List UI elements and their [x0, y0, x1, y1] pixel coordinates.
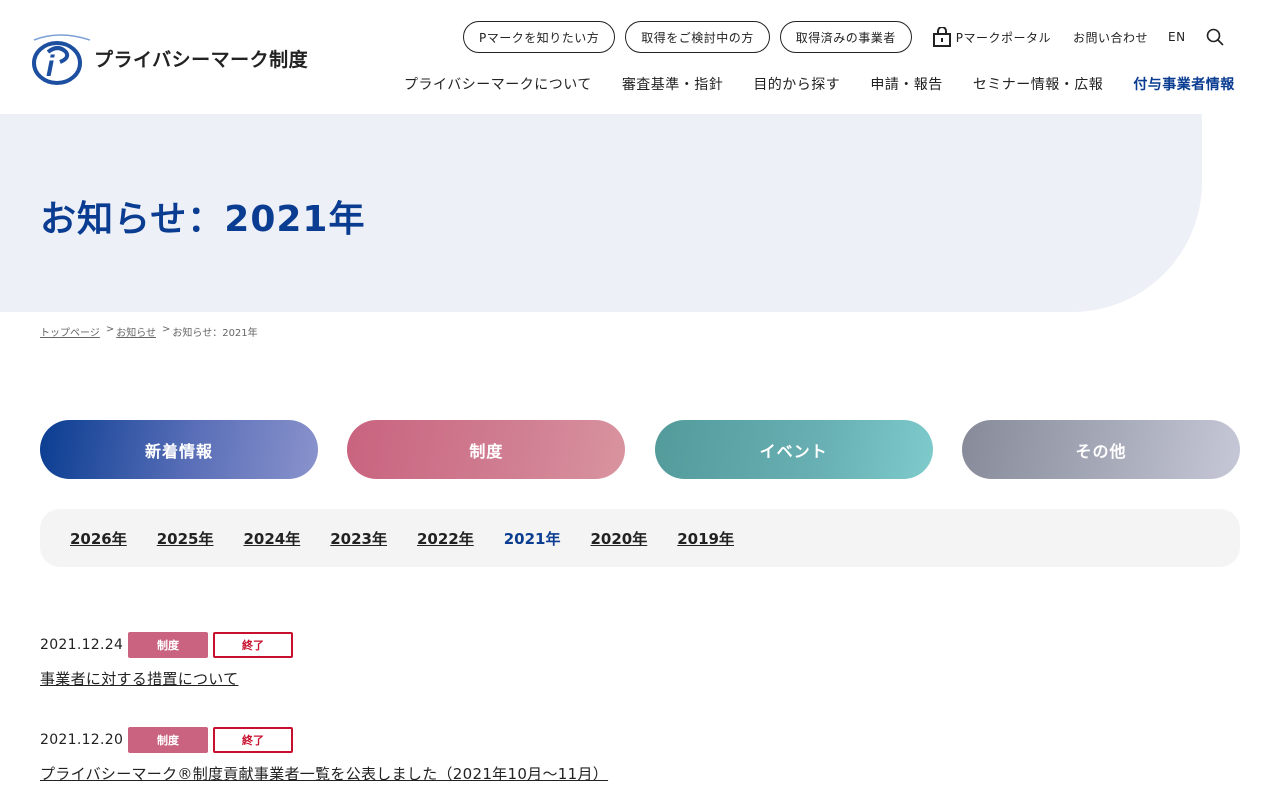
nav-about[interactable]: プライバシーマークについて	[404, 74, 592, 94]
category-badge: 制度	[128, 727, 208, 753]
news-date: 2021.12.20	[40, 732, 124, 748]
news-date: 2021.12.24	[40, 637, 124, 653]
pill-learn-pmark[interactable]: Pマークを知りたい方	[463, 21, 616, 53]
year-tab-2019[interactable]: 2019年	[677, 528, 734, 549]
contact-link[interactable]: お問い合わせ	[1073, 29, 1148, 46]
pill-considering[interactable]: 取得をご検討中の方	[625, 21, 770, 53]
breadcrumb-news[interactable]: お知らせ	[116, 324, 156, 339]
breadcrumb-separator: >	[105, 324, 115, 335]
category-filter: 新着情報 制度 イベント その他	[40, 420, 1240, 479]
svg-text:i: i	[46, 50, 55, 83]
pill-certified[interactable]: 取得済みの事業者	[779, 21, 912, 53]
search-icon	[1206, 28, 1224, 46]
category-event-button[interactable]: イベント	[654, 420, 933, 479]
main-nav: プライバシーマークについて 審査基準・指針 目的から探す 申請・報告 セミナー情…	[404, 72, 1235, 96]
nav-standards[interactable]: 審査基準・指針	[622, 74, 724, 94]
breadcrumb-separator: >	[162, 324, 171, 335]
news-meta: 2021.12.24 制度 終了	[40, 632, 1240, 658]
breadcrumb: トップページ > お知らせ > お知らせ：2021年	[40, 324, 258, 339]
year-tab-2025[interactable]: 2025年	[157, 528, 214, 549]
breadcrumb-home[interactable]: トップページ	[40, 324, 100, 339]
news-title-link[interactable]: 事業者に対する措置について	[40, 668, 1240, 689]
nav-purpose[interactable]: 目的から探す	[753, 74, 840, 94]
site-logo[interactable]: i プライバシーマーク制度	[30, 30, 320, 86]
year-tab-2026[interactable]: 2026年	[70, 528, 127, 549]
category-other-button[interactable]: その他	[961, 420, 1240, 479]
category-new-button[interactable]: 新着情報	[40, 420, 318, 479]
status-badge: 終了	[213, 727, 293, 753]
year-tab-2024[interactable]: 2024年	[244, 528, 301, 549]
logo-text: プライバシーマーク制度	[94, 48, 309, 71]
breadcrumb-current: お知らせ：2021年	[172, 328, 258, 339]
year-tab-2022[interactable]: 2022年	[417, 528, 474, 549]
list-item: 2021.12.24 制度 終了 事業者に対する措置について	[40, 632, 1240, 689]
news-title-link[interactable]: プライバシーマーク®制度貢献事業者一覧を公表しました（2021年10月～11月）	[40, 763, 1240, 784]
year-tab-2023[interactable]: 2023年	[330, 528, 387, 549]
utility-nav: Pマークを知りたい方 取得をご検討中の方 取得済みの事業者 Pマークポータル お…	[463, 21, 1228, 53]
lock-bag-icon	[932, 27, 951, 47]
page-title: お知らせ：2021年	[40, 199, 366, 240]
category-system-button[interactable]: 制度	[347, 420, 626, 479]
portal-label: Pマークポータル	[955, 30, 1052, 45]
search-button[interactable]	[1206, 28, 1228, 46]
nav-certified-info[interactable]: 付与事業者情報	[1133, 74, 1235, 94]
lang-en-link[interactable]: EN	[1168, 30, 1186, 44]
category-badge: 制度	[128, 632, 208, 658]
hero-banner: お知らせ：2021年	[0, 114, 1202, 312]
nav-seminar[interactable]: セミナー情報・広報	[973, 74, 1104, 94]
portal-link[interactable]: Pマークポータル	[932, 27, 1051, 47]
status-badge: 終了	[213, 632, 293, 658]
news-meta: 2021.12.20 制度 終了	[40, 727, 1240, 753]
list-item: 2021.12.20 制度 終了 プライバシーマーク®制度貢献事業者一覧を公表し…	[40, 727, 1240, 784]
privacy-mark-logo-icon: i	[30, 30, 91, 86]
year-tab-2021[interactable]: 2021年	[504, 528, 561, 549]
site-header: i プライバシーマーク制度 Pマークを知りたい方 取得をご検討中の方 取得済みの…	[0, 0, 1280, 114]
year-tabs: 2026年 2025年 2024年 2023年 2022年 2021年 2020…	[40, 509, 1240, 567]
nav-apply[interactable]: 申請・報告	[870, 74, 943, 94]
year-tab-2020[interactable]: 2020年	[591, 528, 648, 549]
